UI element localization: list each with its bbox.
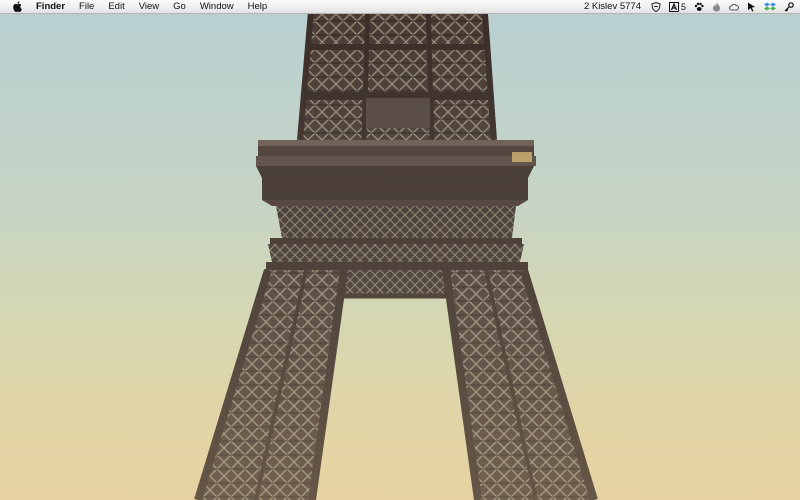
- key-icon[interactable]: [780, 0, 798, 14]
- menu-app-name[interactable]: Finder: [34, 0, 72, 14]
- menu-bar: Finder File Edit View Go Window Help 2 K…: [0, 0, 800, 14]
- apple-icon[interactable]: [12, 1, 22, 12]
- menu-go[interactable]: Go: [166, 0, 193, 14]
- paw-icon[interactable]: [690, 0, 708, 14]
- cloud-icon[interactable]: [725, 0, 743, 14]
- menu-bar-left: Finder File Edit View Go Window Help: [0, 0, 274, 14]
- dropbox-icon[interactable]: [760, 0, 780, 14]
- adobe-update-count: 5: [680, 1, 686, 12]
- flame-icon[interactable]: [708, 0, 725, 14]
- menu-edit[interactable]: Edit: [101, 0, 131, 14]
- menu-help[interactable]: Help: [241, 0, 275, 14]
- menu-view[interactable]: View: [132, 0, 166, 14]
- hebrew-date[interactable]: 2 Kislev 5774: [578, 0, 647, 14]
- adobe-updates[interactable]: 5: [665, 0, 690, 14]
- wallpaper-eiffel-tower: [0, 0, 800, 500]
- desktop: Finder File Edit View Go Window Help 2 K…: [0, 0, 800, 500]
- adobe-icon: [668, 1, 679, 12]
- shield-icon[interactable]: [647, 0, 665, 14]
- menu-window[interactable]: Window: [193, 0, 241, 14]
- menu-file[interactable]: File: [72, 0, 101, 14]
- menu-bar-extras: 2 Kislev 5774 5: [578, 0, 800, 14]
- cursor-icon[interactable]: [743, 0, 760, 14]
